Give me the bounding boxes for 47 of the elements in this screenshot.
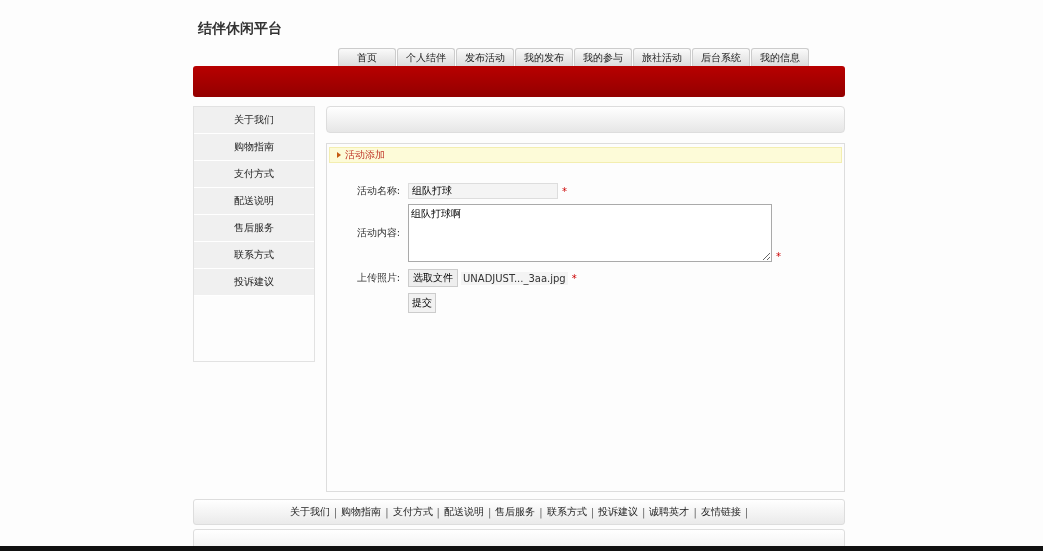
name-input[interactable]: 组队打球 [408, 183, 558, 199]
nav-tab[interactable]: 我的参与 [574, 48, 632, 66]
separator: | [539, 506, 543, 518]
nav-tab[interactable]: 我的发布 [515, 48, 573, 66]
footer-link[interactable]: 友情链接 [700, 505, 741, 519]
sidebar-item[interactable]: 售后服务 [194, 215, 314, 242]
footer-link[interactable]: 配送说明 [443, 505, 484, 519]
sidebar-item[interactable]: 关于我们 [194, 107, 314, 134]
sidebar-item[interactable]: 支付方式 [194, 161, 314, 188]
field-label: 活动名称: [355, 184, 400, 198]
separator: | [744, 506, 749, 518]
sidebar-item[interactable]: 配送说明 [194, 188, 314, 215]
separator: | [590, 506, 595, 518]
footer-link[interactable]: 购物指南 [341, 505, 382, 519]
footer-link[interactable]: 关于我们 [289, 505, 330, 519]
caret-icon [337, 152, 341, 158]
footer-link[interactable]: 售后服务 [495, 505, 536, 519]
footer-link[interactable]: 联系方式 [546, 505, 587, 519]
content-textarea[interactable]: 组队打球啊 [408, 204, 772, 262]
separator: | [693, 506, 697, 518]
separator: | [385, 506, 389, 518]
footer-link[interactable]: 投诉建议 [598, 505, 639, 519]
file-name: UNADJUST..._3aa.jpg [461, 271, 568, 285]
field-label: 上传照片: [355, 271, 400, 285]
separator: | [333, 506, 338, 518]
nav-tab[interactable]: 首页 [338, 48, 396, 66]
panel-title: 活动添加 [345, 148, 385, 162]
nav-tab[interactable]: 后台系统 [692, 48, 750, 66]
separator: | [642, 506, 646, 518]
separator: | [436, 506, 440, 518]
footer-link[interactable]: 诚聘英才 [649, 505, 690, 519]
site-title: 结伴休闲平台 [197, 19, 283, 38]
required-mark: * [571, 272, 577, 284]
required-mark: * [562, 185, 567, 197]
submit-button[interactable]: 提交 [408, 293, 436, 313]
nav-tab[interactable]: 发布活动 [456, 48, 514, 66]
footer-link[interactable]: 支付方式 [392, 505, 433, 519]
sidebar-item[interactable]: 投诉建议 [194, 269, 314, 296]
nav-tab[interactable]: 我的信息 [751, 48, 809, 66]
choose-file-button[interactable]: 选取文件 [408, 269, 458, 287]
sidebar-item[interactable]: 购物指南 [194, 134, 314, 161]
nav-tab[interactable]: 个人结伴 [397, 48, 455, 66]
sidebar-item[interactable]: 联系方式 [194, 242, 314, 269]
field-label: 活动内容: [355, 226, 400, 240]
nav-tab[interactable]: 旅社活动 [633, 48, 691, 66]
separator: | [487, 506, 492, 518]
required-mark: * [776, 251, 781, 262]
